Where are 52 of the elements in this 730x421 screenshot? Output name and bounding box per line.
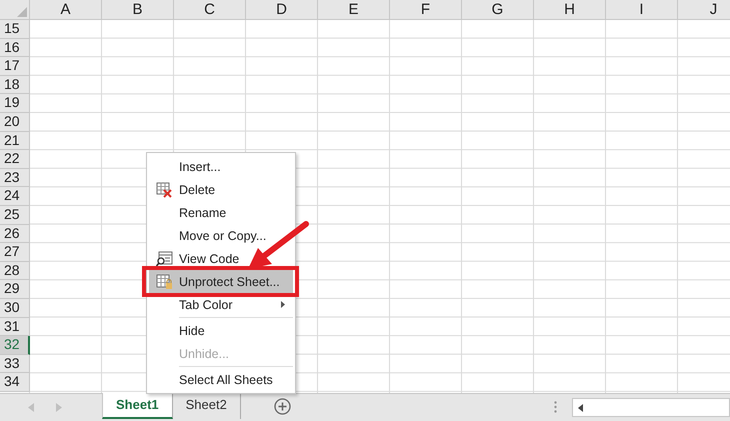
column-header[interactable]: A	[30, 0, 102, 20]
view-code-icon	[156, 250, 172, 266]
menu-item[interactable]: Move or Copy...	[149, 224, 293, 247]
column-header[interactable]: C	[174, 0, 246, 20]
submenu-arrow-icon	[281, 301, 285, 308]
column-header[interactable]: J	[678, 0, 730, 20]
menu-item[interactable]: Tab Color	[149, 293, 293, 316]
row-header[interactable]: 18	[0, 76, 30, 94]
add-sheet-icon[interactable]	[274, 398, 291, 415]
row-header[interactable]: 26	[0, 224, 30, 244]
horizontal-scrollbar[interactable]	[572, 398, 730, 417]
row-header[interactable]: 27	[0, 243, 30, 262]
row-header[interactable]: 20	[0, 112, 30, 132]
row-header[interactable]: 31	[0, 318, 30, 336]
delete-sheet-icon	[156, 182, 172, 198]
menu-item[interactable]: Delete	[149, 178, 293, 201]
row-header[interactable]: 15	[0, 20, 30, 39]
sheet-tab[interactable]: Sheet1	[102, 393, 173, 419]
menu-item[interactable]: Hide	[149, 319, 293, 342]
row-header[interactable]: 24	[0, 187, 30, 206]
row-header[interactable]: 30	[0, 298, 30, 318]
row-header[interactable]: 25	[0, 206, 30, 225]
menu-item[interactable]: View Code	[149, 247, 293, 270]
row-header[interactable]: 17	[0, 57, 30, 76]
select-all-corner[interactable]	[0, 0, 30, 20]
scroll-left-icon[interactable]	[28, 403, 34, 412]
scroll-right-icon[interactable]	[56, 403, 62, 412]
row-header[interactable]: 33	[0, 354, 30, 374]
splitter-icon[interactable]	[554, 401, 557, 413]
row-header[interactable]: 23	[0, 168, 30, 188]
row-header[interactable]: 32	[0, 336, 30, 355]
scroll-left-arrow-icon[interactable]	[578, 404, 583, 412]
row-header[interactable]: 28	[0, 262, 30, 280]
row-header[interactable]: 22	[0, 150, 30, 169]
column-header[interactable]: H	[534, 0, 606, 20]
column-header[interactable]: E	[318, 0, 390, 20]
menu-item[interactable]: Select All Sheets	[149, 368, 293, 391]
row-header[interactable]: 19	[0, 94, 30, 113]
row-header[interactable]: 16	[0, 38, 30, 58]
row-header[interactable]: 34	[0, 373, 30, 392]
column-header[interactable]: G	[462, 0, 534, 20]
menu-item[interactable]: Insert...	[149, 155, 293, 178]
corner-triangle-icon	[17, 7, 27, 17]
menu-item[interactable]: Unprotect Sheet...	[149, 270, 293, 293]
column-header[interactable]: B	[102, 0, 174, 20]
protected-sheet-icon	[156, 274, 172, 290]
column-header[interactable]: D	[246, 0, 318, 20]
row-header[interactable]: 21	[0, 132, 30, 150]
column-header[interactable]: I	[606, 0, 678, 20]
row-header[interactable]: 29	[0, 280, 30, 299]
column-header[interactable]: F	[390, 0, 462, 20]
menu-item[interactable]: Rename	[149, 201, 293, 224]
